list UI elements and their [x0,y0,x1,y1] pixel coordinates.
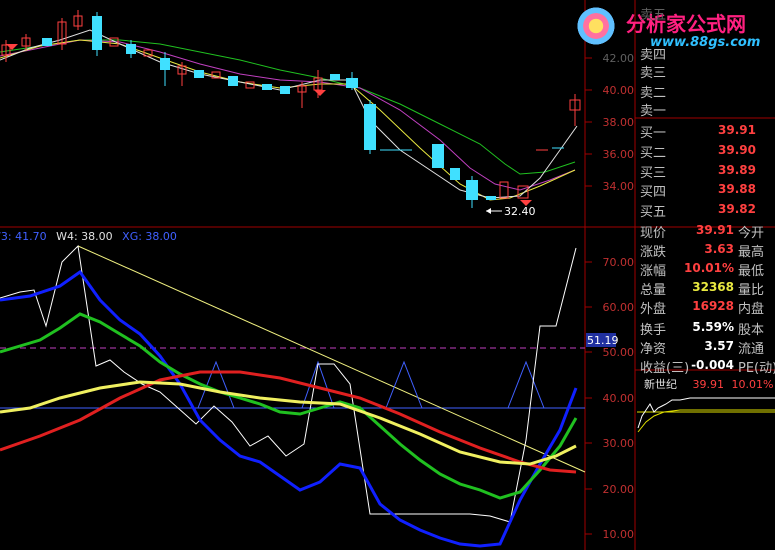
order-book: 卖五 卖四 卖三 卖二 卖一 买一 39.91 买二 39.90 买三 39.8… [636,0,775,227]
order-row-label: 买二 [640,146,667,161]
red-indicator-line [0,370,577,474]
price-axis-label: 34.00 [602,180,635,193]
order-row-label: 卖二 [640,86,667,101]
ma-purple-line [0,39,576,191]
ma-green-line [0,39,576,175]
buy-arrows [6,44,532,206]
indicator-axis-label: 30.00 [602,437,635,450]
price-axis-label: 40.00 [602,84,635,97]
level-tag: 51.19 [587,334,619,347]
mini-intraday-line [637,397,775,429]
legend-w4: W4: 38.00 [56,230,113,243]
mini-chart-header: 新世纪 39.91 10.01% [644,378,773,392]
mini-stock-price: 39.91 [692,378,725,391]
indicator-axis-label: 70.00 [602,256,635,269]
price-axis-label: 36.00 [602,148,635,161]
indicator-axis-label: 10.00 [602,528,635,541]
flower-logo-icon [576,6,616,46]
order-row-label: 买一 [640,126,667,141]
ma-white-line [0,29,578,199]
ma-yellow-line [0,39,576,201]
legend-w3: W3: 41.70 [0,230,47,243]
indicator-axis-label: 40.00 [602,392,635,405]
mini-stock-name: 新世纪 [644,378,677,391]
indicator-legend: W3: 41.70 W4: 38.00 XG: 38.00 [0,230,177,244]
price-axis-label: 42.00 [602,52,635,65]
order-row-label: 买五 [640,205,667,220]
blue-indicator-line [0,269,578,548]
legend-xg: XG: 38.00 [122,230,177,243]
mini-stock-change: 10.01% [731,378,774,391]
order-row-label: 卖四 [640,48,667,63]
order-row-price: 39.82 [718,202,756,216]
order-row-label: 卖一 [640,104,667,119]
order-row-label: 卖五 [640,8,667,23]
order-row-price: 39.89 [718,163,756,177]
indicator-axis-label: 20.00 [602,483,635,496]
indicator-axis-label: 50.00 [602,346,635,359]
order-row-price: 39.91 [718,123,756,137]
low-price-marker: 32.40 [504,205,536,218]
order-row-price: 39.88 [718,182,756,196]
price-axis-label: 38.00 [602,116,635,129]
order-row-label: 卖三 [640,66,667,81]
green-indicator-line [0,312,578,500]
indicator-axis-label: 60.00 [602,301,635,314]
order-row-price: 39.90 [718,143,756,157]
order-row-label: 买三 [640,166,667,181]
order-row-label: 买四 [640,185,667,200]
